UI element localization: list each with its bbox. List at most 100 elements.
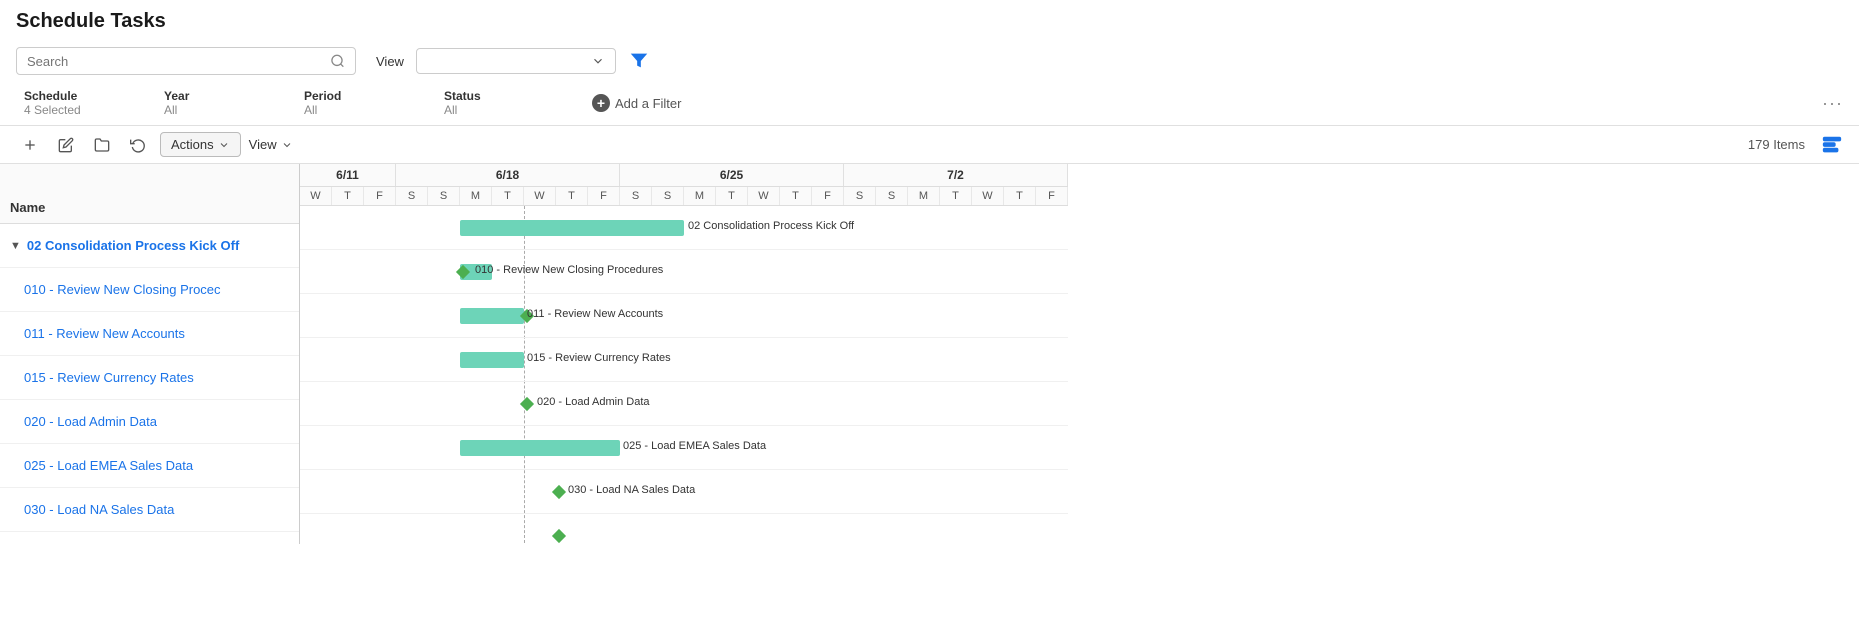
task-link-030[interactable]: 030 - Load NA Sales Data xyxy=(24,502,174,517)
day-w2: W xyxy=(524,187,556,205)
task-row-030[interactable]: 030 - Load NA Sales Data xyxy=(0,488,299,532)
view-btn[interactable]: View xyxy=(249,137,293,152)
filter-row: Schedule 4 Selected Year All Period All … xyxy=(0,81,1859,126)
gantt-milestone-030 xyxy=(552,485,566,499)
day-s3: S xyxy=(620,187,652,205)
day-m3: M xyxy=(908,187,940,205)
filter-schedule-label: Schedule xyxy=(24,89,148,103)
search-icon xyxy=(330,53,345,69)
filter-icon[interactable] xyxy=(628,50,650,72)
items-count: 179 Items xyxy=(1748,137,1805,152)
gantt-row-030: 030 - Load NA Sales Data xyxy=(300,470,1068,514)
gantt-bar-parent xyxy=(460,220,684,236)
add-filter-button[interactable]: + Add a Filter xyxy=(592,94,681,112)
gantt-row-020: 020 - Load Admin Data xyxy=(300,382,1068,426)
gantt-bar-label-025: 025 - Load EMEA Sales Data xyxy=(623,440,766,452)
filter-row-right: ··· xyxy=(1822,93,1843,114)
day-f1: F xyxy=(364,187,396,205)
view-chevron-icon xyxy=(281,139,293,151)
day-t4: T xyxy=(716,187,748,205)
task-row-015[interactable]: 015 - Review Currency Rates xyxy=(0,356,299,400)
filter-period-value: All xyxy=(304,103,428,117)
filter-year-label: Year xyxy=(164,89,288,103)
task-link-010[interactable]: 010 - Review New Closing Procec xyxy=(24,282,221,297)
day-t7: T xyxy=(1004,187,1036,205)
gantt-panel[interactable]: 6/11 6/18 6/25 7/2 W T F S S M T W T F xyxy=(300,164,1859,544)
gantt-week-row: 6/11 6/18 6/25 7/2 xyxy=(300,164,1068,187)
day-s1: S xyxy=(396,187,428,205)
gantt-bar-label-020: 020 - Load Admin Data xyxy=(537,396,650,408)
chevron-down-icon xyxy=(591,54,605,68)
gantt-bar-label-015: 015 - Review Currency Rates xyxy=(527,352,671,364)
refresh-button[interactable] xyxy=(124,134,152,156)
gantt-bar-015 xyxy=(460,352,524,368)
filter-period[interactable]: Period All xyxy=(296,85,436,121)
task-row-025[interactable]: 025 - Load EMEA Sales Data xyxy=(0,444,299,488)
day-s5: S xyxy=(844,187,876,205)
page-title: Schedule Tasks xyxy=(0,0,1859,41)
gantt-toggle-icon[interactable] xyxy=(1821,134,1843,156)
task-row-011[interactable]: 011 - Review New Accounts xyxy=(0,312,299,356)
gantt-row-025: 025 - Load EMEA Sales Data xyxy=(300,426,1068,470)
task-link-015[interactable]: 015 - Review Currency Rates xyxy=(24,370,194,385)
gantt-bar-label-parent: 02 Consolidation Process Kick Off xyxy=(688,220,854,232)
day-t6: T xyxy=(940,187,972,205)
gantt-bar-025 xyxy=(460,440,620,456)
add-filter-label: Add a Filter xyxy=(615,96,681,111)
view-label: View xyxy=(376,54,404,69)
task-row-parent-02[interactable]: ▼ 02 Consolidation Process Kick Off xyxy=(0,224,299,268)
task-link-020[interactable]: 020 - Load Admin Data xyxy=(24,414,157,429)
search-input[interactable] xyxy=(27,54,330,69)
day-s6: S xyxy=(876,187,908,205)
day-w3: W xyxy=(748,187,780,205)
main-area: Name ▼ 02 Consolidation Process Kick Off… xyxy=(0,164,1859,544)
day-w1: W xyxy=(300,187,332,205)
gantt-header: 6/11 6/18 6/25 7/2 W T F S S M T W T F xyxy=(300,164,1068,206)
day-f2: F xyxy=(588,187,620,205)
day-t5: T xyxy=(780,187,812,205)
filter-schedule-value: 4 Selected xyxy=(24,103,148,117)
actions-button[interactable]: Actions xyxy=(160,132,241,157)
day-m2: M xyxy=(684,187,716,205)
filter-status-label: Status xyxy=(444,89,568,103)
task-link-parent-02[interactable]: 02 Consolidation Process Kick Off xyxy=(27,238,239,253)
gantt-row-035 xyxy=(300,514,1068,544)
task-link-025[interactable]: 025 - Load EMEA Sales Data xyxy=(24,458,193,473)
filter-status[interactable]: Status All xyxy=(436,85,576,121)
filter-year[interactable]: Year All xyxy=(156,85,296,121)
gantt-bar-011 xyxy=(460,308,524,324)
week-611: 6/11 xyxy=(300,164,396,186)
search-box[interactable] xyxy=(16,47,356,75)
gantt-milestone-020 xyxy=(520,397,534,411)
name-header: Name xyxy=(0,164,299,224)
gantt-bar-label-010: 010 - Review New Closing Procedures xyxy=(475,264,663,276)
task-row-035[interactable]: 035 - Load Asia Pacif... xyxy=(0,532,299,544)
day-f3: F xyxy=(812,187,844,205)
day-t3: T xyxy=(556,187,588,205)
task-row-020[interactable]: 020 - Load Admin Data xyxy=(0,400,299,444)
actions-label: Actions xyxy=(171,137,214,152)
task-link-011[interactable]: 011 - Review New Accounts xyxy=(24,326,185,341)
folder-button[interactable] xyxy=(88,134,116,156)
gantt-bar-label-030: 030 - Load NA Sales Data xyxy=(568,484,695,496)
gantt-row-010: 010 - Review New Closing Procedures xyxy=(300,250,1068,294)
week-625: 6/25 xyxy=(620,164,844,186)
actions-chevron-icon xyxy=(218,139,230,151)
collapse-icon: ▼ xyxy=(10,240,21,252)
add-button[interactable] xyxy=(16,134,44,156)
ellipsis-button[interactable]: ··· xyxy=(1822,93,1843,113)
gantt-row-011: 011 - Review New Accounts xyxy=(300,294,1068,338)
task-row-010[interactable]: 010 - Review New Closing Procec xyxy=(0,268,299,312)
gantt-milestone-035 xyxy=(552,529,566,543)
view-dropdown[interactable] xyxy=(416,48,616,74)
filter-year-value: All xyxy=(164,103,288,117)
day-s2: S xyxy=(428,187,460,205)
day-f4: F xyxy=(1036,187,1068,205)
search-row: View xyxy=(0,41,1859,81)
day-w4: W xyxy=(972,187,1004,205)
edit-button[interactable] xyxy=(52,134,80,156)
day-m1: M xyxy=(460,187,492,205)
week-618: 6/18 xyxy=(396,164,620,186)
day-t1: T xyxy=(332,187,364,205)
filter-schedule[interactable]: Schedule 4 Selected xyxy=(16,85,156,121)
